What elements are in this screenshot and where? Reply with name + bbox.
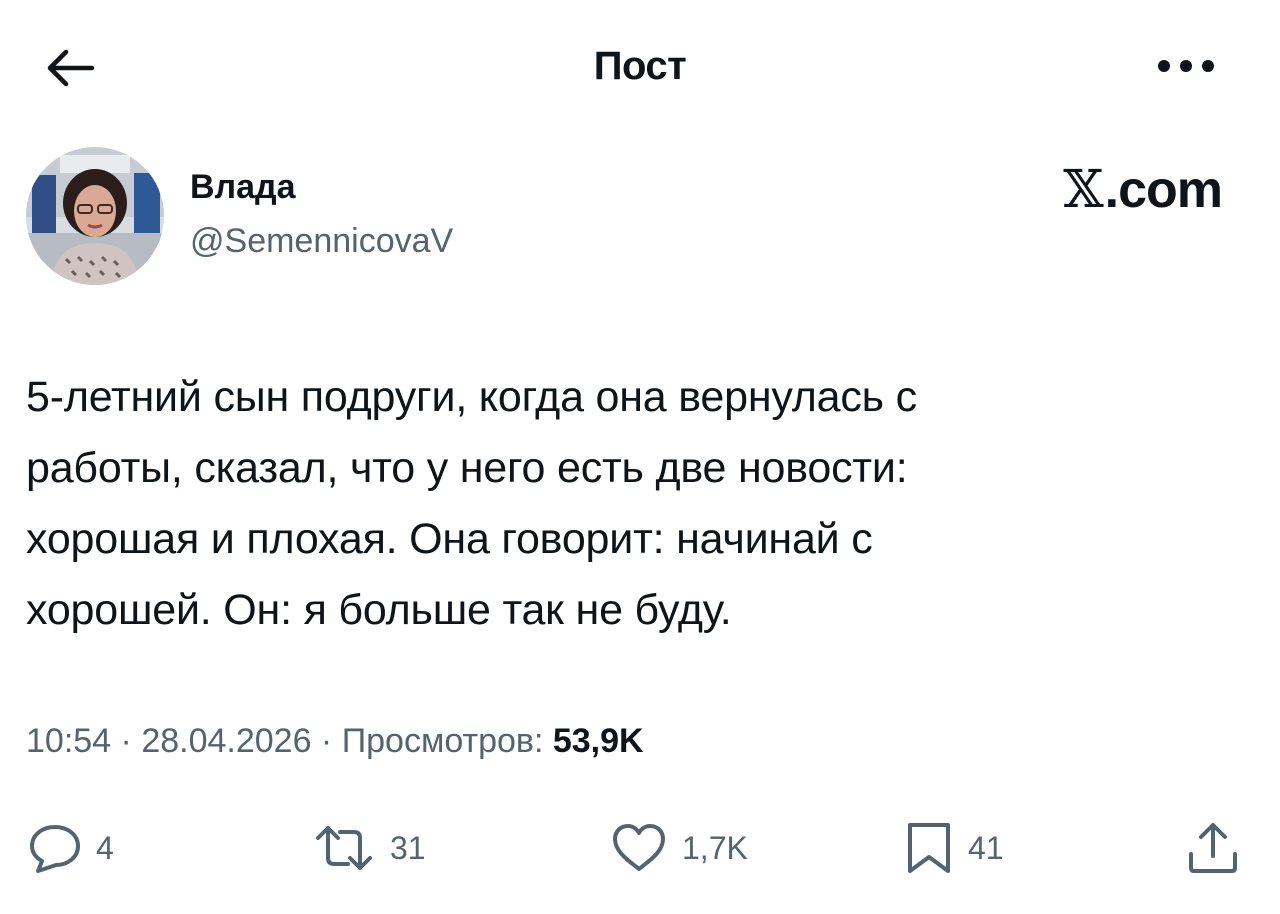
more-button[interactable] xyxy=(1148,44,1224,88)
reply-icon xyxy=(30,825,80,873)
more-horizontal-icon xyxy=(1158,60,1214,72)
views-count[interactable]: 53,9K xyxy=(553,722,644,760)
repost-icon xyxy=(316,826,372,870)
x-logo-icon: 𝕏 xyxy=(1063,160,1103,220)
tweet-line: хорошая и плохая. Она говорит: начинай с xyxy=(26,515,873,563)
bookmark-count: 41 xyxy=(968,829,1004,866)
heart-icon xyxy=(613,824,665,871)
tweet-meta: 10:54 · 28.04.2026 · Просмотров: 53,9K xyxy=(26,722,644,761)
tweet-line: работы, сказал, что у него есть две ново… xyxy=(26,444,908,492)
meta-separator: · xyxy=(111,722,142,760)
views-label: Просмотров: xyxy=(341,722,553,760)
tweet-line: хорошей. Он: я больше так не буду. xyxy=(26,586,732,634)
like-count: 1,7K xyxy=(682,829,748,866)
avatar-photo xyxy=(26,147,164,285)
bookmark-button[interactable]: 41 xyxy=(904,818,1004,878)
share-icon xyxy=(1189,823,1237,873)
reply-button[interactable]: 4 xyxy=(28,818,114,878)
x-com-brand: 𝕏 .com xyxy=(1063,160,1223,220)
tweet-time[interactable]: 10:54 xyxy=(26,722,111,760)
share-button[interactable] xyxy=(1186,818,1240,878)
tweet-text: 5-летний сын подруги, когда она вернулас… xyxy=(26,362,1246,646)
repost-count: 31 xyxy=(390,829,426,866)
page-title: Пост xyxy=(593,44,687,88)
tweet-line: 5-летний сын подруги, когда она вернулас… xyxy=(26,373,917,421)
repost-button[interactable]: 31 xyxy=(312,818,426,878)
author-handle[interactable]: @SemennicovaV xyxy=(190,222,453,261)
author-name[interactable]: Влада xyxy=(190,168,296,207)
tweet-date[interactable]: 28.04.2026 xyxy=(141,722,311,760)
brand-suffix: .com xyxy=(1104,161,1223,219)
reply-count: 4 xyxy=(96,829,114,866)
bookmark-icon xyxy=(908,823,950,873)
meta-separator: · xyxy=(311,722,342,760)
like-button[interactable]: 1,7K xyxy=(610,818,748,878)
avatar[interactable] xyxy=(26,147,164,285)
